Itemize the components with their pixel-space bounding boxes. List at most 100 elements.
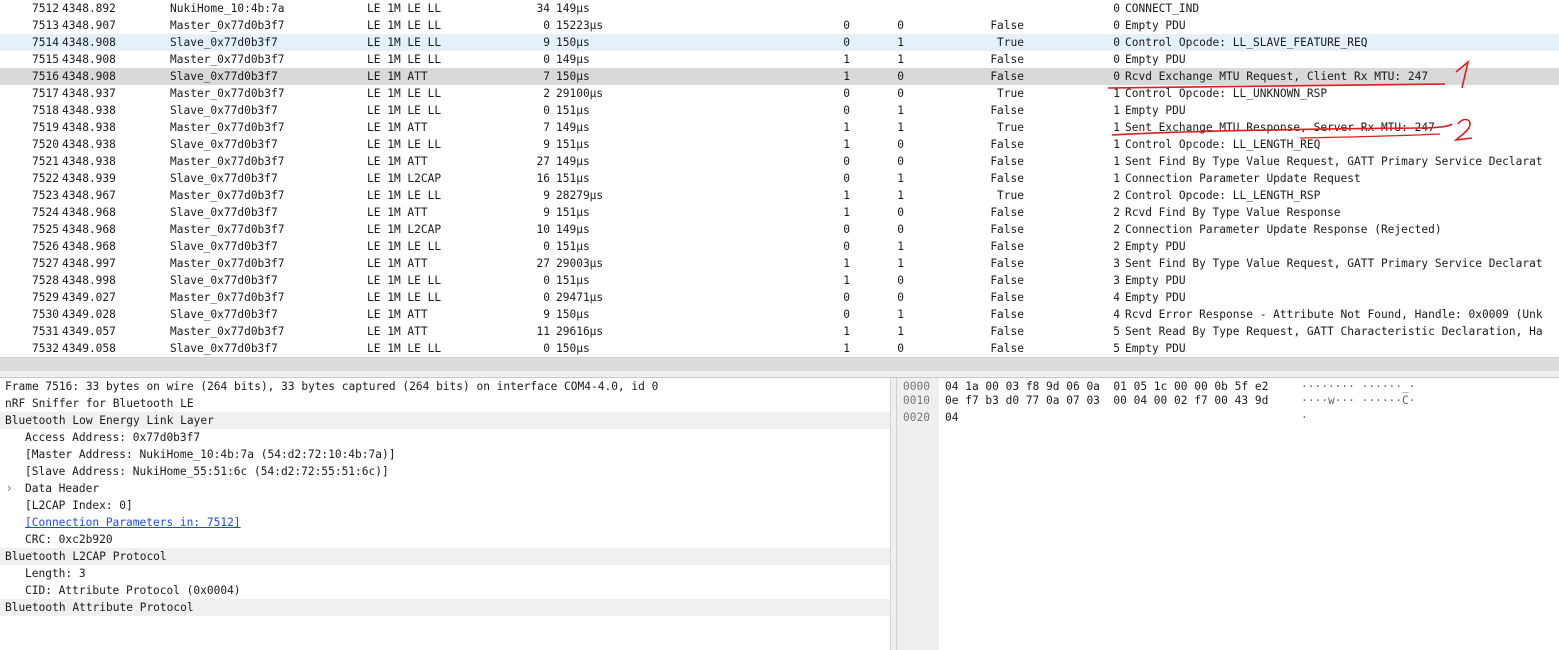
tree-item-l2cap-index[interactable]: [L2CAP Index: 0] <box>0 497 890 514</box>
packet-more-data: False <box>990 223 1024 236</box>
tree-item-data-header[interactable]: › Data Header <box>0 480 890 497</box>
tree-item-label: Length: 3 <box>25 567 86 580</box>
packet-event-counter: 1 <box>1113 172 1120 185</box>
packet-more-data: False <box>990 308 1024 321</box>
packet-row[interactable]: 7516 4348.908 Slave_0x77d0b3f7 LE 1M ATT 7 15… <box>0 68 1559 85</box>
packet-nesn: 0 <box>897 155 904 168</box>
packet-source: Slave_0x77d0b3f7 <box>170 172 278 185</box>
packet-info: Sent Find By Type Value Request, GATT Pr… <box>1125 155 1543 168</box>
packet-row[interactable]: 7523 4348.967 Master_0x77d0b3f7 LE 1M LE LL… <box>0 187 1559 204</box>
packet-more-data: False <box>990 257 1024 270</box>
hex-row[interactable]: 0020 04 · <box>897 409 1559 426</box>
packet-delta-time: 15223µs <box>556 19 604 32</box>
hex-bytes[interactable]: 04 <box>945 409 958 426</box>
packet-more-data: True <box>997 121 1024 134</box>
packet-details-pane[interactable]: Frame 7516: 33 bytes on wire (264 bits),… <box>0 378 890 650</box>
pane-splitter[interactable] <box>0 371 1559 378</box>
packet-more-data: False <box>990 70 1024 83</box>
packet-sn <box>790 0 850 17</box>
tree-item-l2cap[interactable]: Bluetooth L2CAP Protocol <box>0 548 890 565</box>
packet-row[interactable]: 7514 4348.908 Slave_0x77d0b3f7 LE 1M LE LL 9… <box>0 34 1559 51</box>
tree-item-cid[interactable]: CID: Attribute Protocol (0x0004) <box>0 582 890 599</box>
packet-row[interactable]: 7515 4348.908 Master_0x77d0b3f7 LE 1M LE LL… <box>0 51 1559 68</box>
packet-row[interactable]: 7518 4348.938 Slave_0x77d0b3f7 LE 1M LE LL 0… <box>0 102 1559 119</box>
tree-item-connection-parameters[interactable]: [Connection Parameters in: 7512] <box>0 514 890 531</box>
packet-time: 4348.907 <box>62 19 116 32</box>
packet-number: 7525 <box>32 223 59 236</box>
packet-row[interactable]: 7520 4348.938 Slave_0x77d0b3f7 LE 1M LE LL 9… <box>0 136 1559 153</box>
packet-number: 7520 <box>32 138 59 151</box>
packet-time: 4348.967 <box>62 189 116 202</box>
packet-event-counter: 1 <box>1113 155 1120 168</box>
tree-item-slave-address[interactable]: [Slave Address: NukiHome_55:51:6c (54:d2… <box>0 463 890 480</box>
packet-sn: 1 <box>843 206 850 219</box>
packet-info: Empty PDU <box>1125 104 1186 117</box>
packet-time: 4348.938 <box>62 121 116 134</box>
packet-protocol: LE 1M LE LL <box>367 36 442 49</box>
tree-item-label: [Slave Address: NukiHome_55:51:6c (54:d2… <box>25 465 389 478</box>
packet-row[interactable]: 7519 4348.938 Master_0x77d0b3f7 LE 1M ATT 7 1… <box>0 119 1559 136</box>
packet-row[interactable]: 7522 4348.939 Slave_0x77d0b3f7 LE 1M L2CAP 1… <box>0 170 1559 187</box>
packet-list-horizontal-scrollbar[interactable] <box>0 357 1559 371</box>
packet-protocol: LE 1M ATT <box>367 308 428 321</box>
packet-number: 7515 <box>32 53 59 66</box>
packet-event-counter: 0 <box>1113 2 1120 15</box>
packet-sn: 0 <box>843 240 850 253</box>
tree-item-btle[interactable]: Bluetooth Low Energy Link Layer <box>0 412 890 429</box>
hex-dump-pane[interactable]: 0000 04 1a 00 03 f8 9d 06 0a 01 05 1c 00… <box>897 378 1559 650</box>
packet-nesn: 1 <box>897 104 904 117</box>
packet-delta-time: 29471µs <box>556 291 604 304</box>
packet-number: 7519 <box>32 121 59 134</box>
tree-item-crc[interactable]: CRC: 0xc2b920 <box>0 531 890 548</box>
connection-parameters-link[interactable]: [Connection Parameters in: 7512] <box>25 514 241 531</box>
packet-source: Master_0x77d0b3f7 <box>170 291 285 304</box>
packet-time: 4348.938 <box>62 138 116 151</box>
packet-delta-time: 149µs <box>556 2 590 15</box>
packet-info: Empty PDU <box>1125 342 1186 355</box>
packet-row[interactable]: 7521 4348.938 Master_0x77d0b3f7 LE 1M ATT 27… <box>0 153 1559 170</box>
tree-item-length[interactable]: Length: 3 <box>0 565 890 582</box>
packet-event-counter: 5 <box>1113 325 1120 338</box>
packet-sn: 0 <box>843 155 850 168</box>
packet-row[interactable]: 7530 4349.028 Slave_0x77d0b3f7 LE 1M ATT 9 15… <box>0 306 1559 323</box>
tree-item-nrf-sniffer[interactable]: nRF Sniffer for Bluetooth LE <box>0 395 890 412</box>
packet-delta-time: 28279µs <box>556 189 604 202</box>
hex-bytes[interactable]: 0e f7 b3 d0 77 0a 07 03 00 04 00 02 f7 0… <box>945 392 1268 409</box>
packet-number: 7530 <box>32 308 59 321</box>
packet-protocol: LE 1M LE LL <box>367 291 442 304</box>
packet-list[interactable]: 7512 4348.892 NukiHome_10:4b:7a LE 1M LE LL… <box>0 0 1559 357</box>
vertical-splitter[interactable] <box>890 378 897 650</box>
tree-item-master-address[interactable]: [Master Address: NukiHome_10:4b:7a (54:d… <box>0 446 890 463</box>
packet-source: Master_0x77d0b3f7 <box>170 53 285 66</box>
packet-number: 7524 <box>32 206 59 219</box>
packet-row[interactable]: 7525 4348.968 Master_0x77d0b3f7 LE 1M L2CAP… <box>0 221 1559 238</box>
packet-info: Rcvd Exchange MTU Request, Client Rx MTU… <box>1125 70 1429 83</box>
packet-row[interactable]: 7529 4349.027 Master_0x77d0b3f7 LE 1M LE LL… <box>0 289 1559 306</box>
packet-row[interactable]: 7527 4348.997 Master_0x77d0b3f7 LE 1M ATT 27… <box>0 255 1559 272</box>
packet-delta-time: 150µs <box>556 36 590 49</box>
packet-row[interactable]: 7528 4348.998 Slave_0x77d0b3f7 LE 1M LE LL 0… <box>0 272 1559 289</box>
packet-row[interactable]: 7517 4348.937 Master_0x77d0b3f7 LE 1M LE LL… <box>0 85 1559 102</box>
packet-row[interactable]: 7532 4349.058 Slave_0x77d0b3f7 LE 1M LE LL 0… <box>0 340 1559 357</box>
chevron-right-icon[interactable]: › <box>7 480 19 497</box>
packet-row[interactable]: 7531 4349.057 Master_0x77d0b3f7 LE 1M ATT 11… <box>0 323 1559 340</box>
packet-time: 4348.968 <box>62 223 116 236</box>
packet-row[interactable]: 7524 4348.968 Slave_0x77d0b3f7 LE 1M ATT 9 15… <box>0 204 1559 221</box>
packet-more-data: False <box>990 19 1024 32</box>
tree-item-att[interactable]: Bluetooth Attribute Protocol <box>0 599 890 616</box>
packet-delta-time: 151µs <box>556 104 590 117</box>
packet-time: 4348.968 <box>62 206 116 219</box>
packet-info: Control Opcode: LL_LENGTH_RSP <box>1125 189 1321 202</box>
packet-event-counter: 1 <box>1113 104 1120 117</box>
hex-ascii[interactable]: ····w··· ······C· <box>1301 392 1416 409</box>
packet-delta-time: 151µs <box>556 240 590 253</box>
hex-row[interactable]: 0010 0e f7 b3 d0 77 0a 07 03 00 04 00 02… <box>897 392 1559 409</box>
packet-more-data: False <box>990 172 1024 185</box>
packet-protocol: LE 1M LE LL <box>367 2 442 15</box>
tree-item-access-address[interactable]: Access Address: 0x77d0b3f7 <box>0 429 890 446</box>
packet-row[interactable]: 7513 4348.907 Master_0x77d0b3f7 LE 1M LE LL… <box>0 17 1559 34</box>
tree-item-frame[interactable]: Frame 7516: 33 bytes on wire (264 bits),… <box>0 378 890 395</box>
packet-row[interactable]: 7512 4348.892 NukiHome_10:4b:7a LE 1M LE LL… <box>0 0 1559 17</box>
hex-ascii[interactable]: · <box>1301 409 1308 426</box>
packet-row[interactable]: 7526 4348.968 Slave_0x77d0b3f7 LE 1M LE LL 0… <box>0 238 1559 255</box>
